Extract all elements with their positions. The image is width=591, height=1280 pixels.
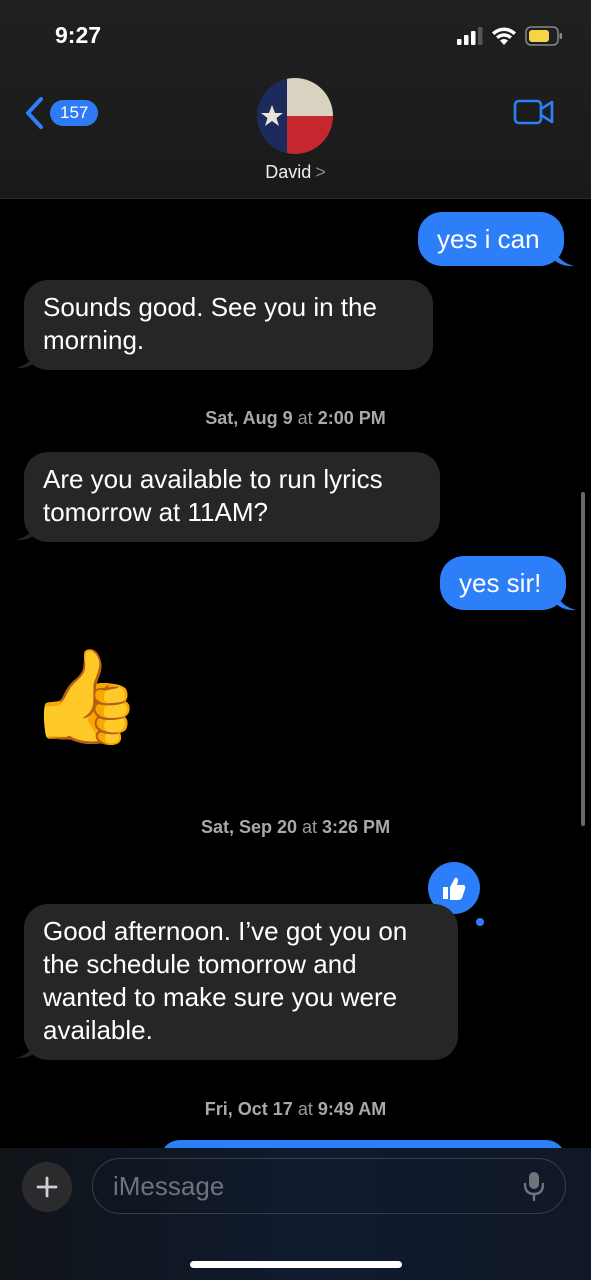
bubble-tail	[16, 522, 36, 541]
cellular-signal-icon	[457, 27, 483, 45]
bubble-tail	[16, 1040, 36, 1059]
scrollbar[interactable]	[581, 492, 585, 826]
status-time: 9:27	[55, 22, 102, 48]
back-button[interactable]: 157	[24, 96, 99, 130]
texas-flag-avatar	[257, 78, 333, 154]
incoming-message[interactable]: Sounds good. See you in the morning.	[24, 280, 433, 370]
chevron-right-icon: >	[315, 162, 326, 182]
status-icons	[457, 26, 563, 46]
chevron-left-icon	[26, 97, 43, 129]
timestamp: Fri, Oct 17 at 9:49 AM	[204, 1099, 387, 1119]
timestamp: Sat, Sep 20 at 3:26 PM	[200, 817, 391, 837]
video-camera-icon	[513, 99, 554, 125]
incoming-message[interactable]: Are you available to run lyrics tomorrow…	[24, 452, 440, 542]
timestamp: Sat, Aug 9 at 2:00 PM	[205, 408, 386, 428]
outgoing-message[interactable]: yes i can	[418, 212, 564, 266]
wifi-icon	[492, 27, 516, 45]
facetime-video-button[interactable]	[513, 98, 555, 131]
conversation-header: 9:27 157 David >	[0, 0, 591, 199]
plus-icon	[36, 1176, 58, 1198]
thumbs-up-icon	[443, 877, 466, 900]
battery-icon	[525, 26, 562, 46]
thumbs-up-emoji-message[interactable]: 👍	[28, 642, 143, 752]
contact-name[interactable]: David >	[0, 162, 591, 183]
bubble-tail	[556, 592, 576, 611]
microphone-icon	[523, 1172, 545, 1202]
home-indicator[interactable]	[190, 1261, 402, 1268]
incoming-message[interactable]: Good afternoon. I’ve got you on the sche…	[24, 904, 458, 1060]
dictation-button[interactable]	[522, 1170, 546, 1207]
bubble-tail	[16, 350, 36, 369]
bubble-tail	[554, 248, 574, 267]
unread-count-badge: 157	[50, 100, 99, 126]
contact-avatar[interactable]	[257, 78, 333, 154]
outgoing-message[interactable]: yes sir!	[440, 556, 566, 610]
tapback-dot	[476, 918, 484, 926]
apps-plus-button[interactable]	[22, 1162, 72, 1212]
imessage-input[interactable]	[92, 1158, 566, 1214]
